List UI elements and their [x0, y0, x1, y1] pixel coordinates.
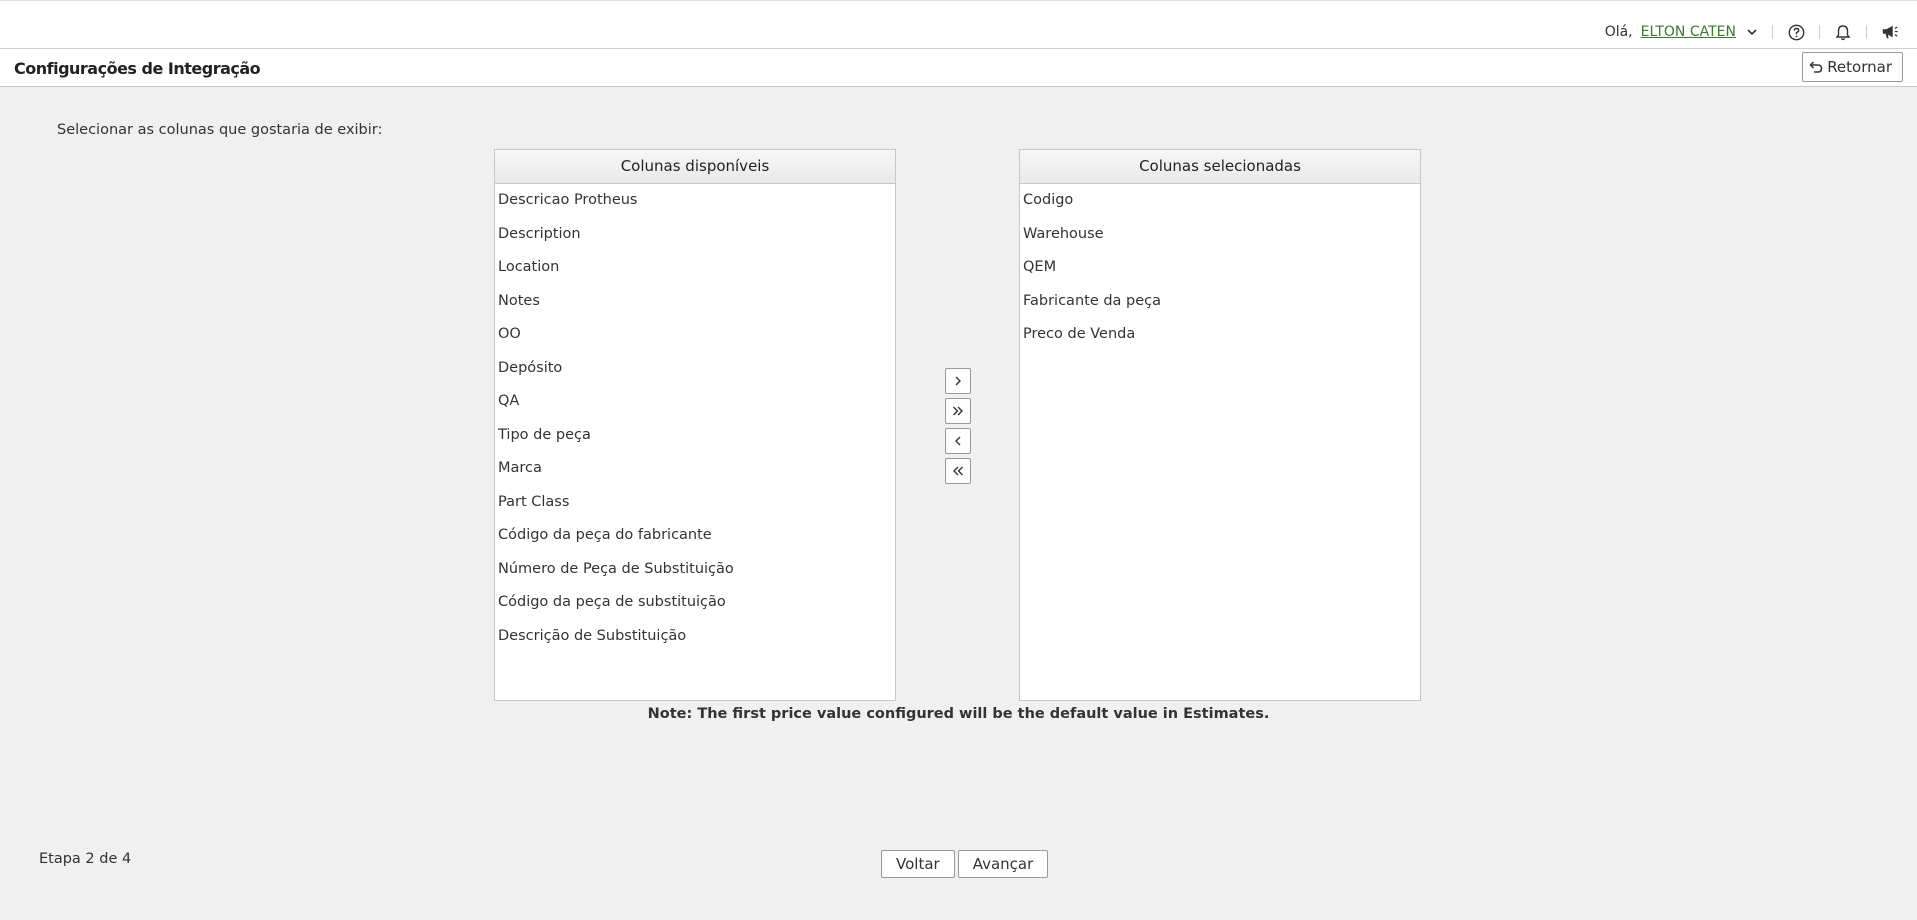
- list-item[interactable]: Notes: [495, 285, 895, 319]
- footer-buttons: Voltar Avançar: [881, 850, 1049, 878]
- list-item[interactable]: Part Class: [495, 486, 895, 520]
- greeting: Olá,: [1604, 24, 1633, 40]
- price-note: Note: The first price value configured w…: [647, 706, 1270, 722]
- next-button[interactable]: Avançar: [957, 850, 1049, 878]
- page-title: Configurações de Integração: [14, 59, 261, 78]
- available-columns-items: Descricao Protheus Description Location …: [495, 184, 895, 653]
- double-chevron-right-icon: [953, 406, 963, 416]
- list-item[interactable]: QEM: [1020, 251, 1420, 285]
- bell-icon[interactable]: [1834, 23, 1852, 41]
- move-selected-left-button[interactable]: [945, 428, 971, 454]
- help-icon[interactable]: [1787, 23, 1805, 41]
- user-menu-link[interactable]: ELTON CATEN: [1641, 24, 1736, 40]
- undo-icon: [1809, 61, 1823, 73]
- selected-columns-header: Colunas selecionadas: [1020, 150, 1420, 184]
- instruction-text: Selecionar as colunas que gostaria de ex…: [57, 122, 383, 138]
- list-item[interactable]: Description: [495, 218, 895, 252]
- list-item[interactable]: Preco de Venda: [1020, 318, 1420, 352]
- chevron-left-icon: [955, 436, 961, 446]
- divider: [1819, 25, 1820, 39]
- move-all-right-button[interactable]: [945, 398, 971, 424]
- move-all-left-button[interactable]: [945, 458, 971, 484]
- return-button-label: Retornar: [1827, 58, 1892, 76]
- list-item[interactable]: Warehouse: [1020, 218, 1420, 252]
- list-item[interactable]: QA: [495, 385, 895, 419]
- list-item[interactable]: Código da peça de substituição: [495, 586, 895, 620]
- chevron-right-icon: [955, 376, 961, 386]
- chevron-down-icon[interactable]: [1746, 26, 1758, 38]
- list-item[interactable]: Marca: [495, 452, 895, 486]
- list-item[interactable]: Fabricante da peça: [1020, 285, 1420, 319]
- top-bar: Olá, ELTON CATEN: [0, 0, 1917, 49]
- megaphone-icon[interactable]: [1881, 23, 1899, 41]
- list-item[interactable]: Descricao Protheus: [495, 184, 895, 218]
- available-columns-list[interactable]: Colunas disponíveis Descricao Protheus D…: [494, 149, 896, 701]
- divider: [1866, 25, 1867, 39]
- title-bar: Configurações de Integração Retornar: [0, 49, 1917, 87]
- step-indicator: Etapa 2 de 4: [39, 851, 132, 867]
- move-buttons-group: [945, 368, 971, 484]
- available-columns-header: Colunas disponíveis: [495, 150, 895, 184]
- double-chevron-left-icon: [953, 466, 963, 476]
- list-item[interactable]: OO: [495, 318, 895, 352]
- user-area: Olá, ELTON CATEN: [1605, 21, 1899, 43]
- divider: [1772, 25, 1773, 39]
- list-item[interactable]: Código da peça do fabricante: [495, 519, 895, 553]
- list-item[interactable]: Tipo de peça: [495, 419, 895, 453]
- selected-columns-items: Codigo Warehouse QEM Fabricante da peça …: [1020, 184, 1420, 352]
- list-item[interactable]: Número de Peça de Substituição: [495, 553, 895, 587]
- list-item[interactable]: Descrição de Substituição: [495, 620, 895, 654]
- list-item[interactable]: Depósito: [495, 352, 895, 386]
- selected-columns-list[interactable]: Colunas selecionadas Codigo Warehouse QE…: [1019, 149, 1421, 701]
- return-button[interactable]: Retornar: [1802, 52, 1903, 82]
- list-item[interactable]: Codigo: [1020, 184, 1420, 218]
- list-item[interactable]: Location: [495, 251, 895, 285]
- back-button[interactable]: Voltar: [881, 850, 955, 878]
- move-selected-right-button[interactable]: [945, 368, 971, 394]
